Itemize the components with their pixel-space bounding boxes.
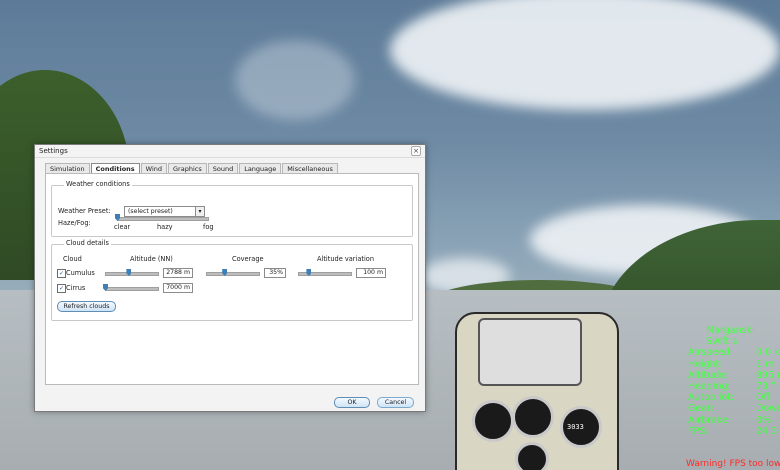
ok-button[interactable]: OK xyxy=(334,397,370,408)
hud-value: Off xyxy=(756,392,771,404)
weather-preset-value: (select preset) xyxy=(128,208,173,215)
conditions-panel: Weather conditions Weather Preset: (sele… xyxy=(45,173,419,385)
hud-value: 24.3 xyxy=(756,425,778,437)
header-altitude-variation: Altitude variation xyxy=(317,255,375,263)
hud-label: Gear: xyxy=(688,403,714,415)
haze-slider-track[interactable] xyxy=(117,217,209,221)
weather-preset-label: Weather Preset: xyxy=(58,207,111,215)
settings-dialog: Settings × Simulation Conditions Wind Graph… xyxy=(34,144,426,412)
hud-row: FPS: 24.3 xyxy=(688,426,780,437)
hud-row: Airspeed: 0.0 km xyxy=(688,347,780,358)
hud-row: Altitude: 895 m xyxy=(688,370,780,381)
cumulus-checkbox[interactable]: ✓ xyxy=(57,269,66,278)
cumulus-variation-input[interactable]: 100 m xyxy=(356,268,386,278)
header-altitude: Altitude (NN) xyxy=(130,255,173,263)
cumulus-altitude-slider[interactable] xyxy=(105,272,159,276)
hud-label: FPS: xyxy=(688,425,709,437)
header-cloud: Cloud xyxy=(63,255,82,263)
hud-label: Autopilot: xyxy=(688,392,735,404)
weather-preset-select[interactable]: (select preset) ▾ xyxy=(124,206,205,217)
hud-label: Heading: xyxy=(688,381,731,393)
vario-gauge: 3033 xyxy=(560,406,602,448)
hud-row: Gear: Down xyxy=(688,403,780,414)
dialog-titlebar[interactable]: Settings × xyxy=(35,145,425,158)
fps-warning: Warning! FPS too low xyxy=(686,459,780,469)
close-icon[interactable]: × xyxy=(411,146,421,156)
haze-tick-hazy: hazy xyxy=(157,223,173,231)
compass-gauge xyxy=(515,442,549,470)
header-coverage: Coverage xyxy=(232,255,264,263)
cumulus-coverage-input[interactable]: 35% xyxy=(264,268,286,278)
flight-hud: Marganski Swift s Airspeed:0.0 kmHeight:… xyxy=(688,325,780,437)
hud-label: Airbrake: xyxy=(688,414,732,426)
cumulus-coverage-slider[interactable] xyxy=(206,272,260,276)
haze-tick-fog: fog xyxy=(203,223,214,231)
hud-value: 0% xyxy=(756,414,772,426)
hud-label: Altitude: xyxy=(688,369,729,381)
hud-label: Height: xyxy=(688,358,723,370)
hud-value: 1 m xyxy=(756,358,775,370)
chevron-down-icon[interactable]: ▾ xyxy=(195,207,204,216)
weather-conditions-group: Weather conditions Weather Preset: (sele… xyxy=(51,180,413,237)
cirrus-label: Cirrus xyxy=(66,284,86,292)
weather-group-title: Weather conditions xyxy=(64,180,132,188)
dialog-title: Settings xyxy=(39,147,68,155)
cumulus-variation-slider[interactable] xyxy=(298,272,352,276)
cirrus-checkbox[interactable]: ✓ xyxy=(57,284,66,293)
hud-title: Marganski Swift s xyxy=(706,325,755,348)
hud-value: Down xyxy=(756,403,780,415)
haze-tick-clear: clear xyxy=(114,223,131,231)
cirrus-altitude-input[interactable]: 7000 m xyxy=(163,283,193,293)
cumulus-altitude-input[interactable]: 2788 m xyxy=(163,268,193,278)
airspeed-gauge xyxy=(472,400,514,442)
hud-row: Airbrake: 0% xyxy=(688,415,780,426)
cirrus-altitude-slider[interactable] xyxy=(105,287,159,291)
hud-label: Airspeed: xyxy=(688,347,733,359)
refresh-clouds-button[interactable]: Refresh clouds xyxy=(57,301,116,312)
haze-fog-label: Haze/Fog: xyxy=(58,219,91,227)
hud-value: 0.0 km xyxy=(756,347,780,359)
instrument-display xyxy=(478,318,582,386)
altimeter-gauge xyxy=(512,396,554,438)
cloud-details-group: Cloud details Cloud Altitude (NN) Covera… xyxy=(51,239,413,321)
hud-value: 73 ° xyxy=(756,381,776,393)
hud-row: Height: 1 m xyxy=(688,359,780,370)
hud-row: Heading: 73 ° xyxy=(688,381,780,392)
cloud-group-title: Cloud details xyxy=(64,239,111,247)
instrument-readout: 3033 xyxy=(567,423,584,431)
cancel-button[interactable]: Cancel xyxy=(377,397,414,408)
hud-value: 895 m xyxy=(756,369,780,381)
hud-row: Autopilot: Off xyxy=(688,392,780,403)
cumulus-label: Cumulus xyxy=(66,269,95,277)
